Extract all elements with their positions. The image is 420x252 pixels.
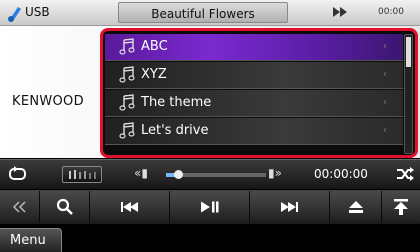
progress-knob[interactable] <box>174 170 183 179</box>
list-item-label: Let's drive <box>141 123 209 138</box>
track-title: Beautiful Flowers <box>151 7 255 21</box>
source-label: USB <box>25 5 50 19</box>
upload-button[interactable] <box>382 191 420 222</box>
search-icon <box>56 198 73 215</box>
music-note-icon <box>119 122 135 139</box>
next-folder-icon[interactable]: ▮» <box>268 166 282 180</box>
playlist-panel: ABC ‹ XYZ ‹ The theme ‹ Let's drive ‹ <box>100 28 418 158</box>
play-pause-icon <box>200 201 218 212</box>
menu-button[interactable]: Menu <box>0 228 62 252</box>
list-item-label: XYZ <box>141 67 167 82</box>
list-item[interactable]: ABC ‹ <box>105 34 403 61</box>
status-bar: USB Beautiful Flowers 00:00 <box>0 0 420 26</box>
upload-icon <box>394 198 408 215</box>
scrollbar-thumb[interactable] <box>406 37 411 67</box>
repeat-icon[interactable] <box>8 166 28 182</box>
list-item-label: The theme <box>141 95 212 110</box>
status-time: 00:00 <box>378 7 404 17</box>
double-chevron-left-icon <box>12 200 26 213</box>
music-note-icon <box>119 94 135 111</box>
list-item[interactable]: Let's drive ‹ <box>105 118 403 145</box>
chevron-left-icon: ‹ <box>383 41 387 52</box>
skip-back-icon <box>120 201 138 212</box>
play-pause-button[interactable] <box>170 191 250 222</box>
previous-track-button[interactable] <box>90 191 170 222</box>
progress-bar[interactable] <box>166 170 266 179</box>
list-item[interactable]: XYZ ‹ <box>105 62 403 89</box>
skip-forward-icon <box>280 201 298 212</box>
chevron-left-icon: ‹ <box>383 125 387 136</box>
equalizer-icon <box>69 170 96 179</box>
usb-icon <box>8 7 21 22</box>
track-title-box: Beautiful Flowers <box>118 2 288 23</box>
menu-label: Menu <box>10 233 46 248</box>
music-note-icon <box>119 66 135 83</box>
previous-folder-icon[interactable]: «▮ <box>134 166 148 180</box>
equalizer-button[interactable] <box>62 166 102 183</box>
shuffle-icon[interactable] <box>396 166 414 182</box>
list-item-label: ABC <box>141 39 168 54</box>
brand-logo: KENWOOD <box>12 94 84 109</box>
music-note-icon <box>119 38 135 55</box>
play-status-icon <box>333 7 347 17</box>
eject-icon <box>348 200 363 213</box>
bottom-bar: Menu <box>0 224 420 252</box>
chevron-left-icon: ‹ <box>383 69 387 80</box>
next-track-button[interactable] <box>250 191 330 222</box>
search-button[interactable] <box>40 191 90 222</box>
playback-info-bar: «▮ ▮» 00:00:00 <box>0 159 420 189</box>
list-item[interactable]: The theme ‹ <box>105 90 403 117</box>
collapse-button[interactable] <box>0 191 40 222</box>
transport-controls <box>0 190 420 224</box>
chevron-left-icon: ‹ <box>383 97 387 108</box>
list-scrollbar[interactable] <box>404 34 413 154</box>
eject-button[interactable] <box>330 191 382 222</box>
elapsed-time: 00:00:00 <box>314 167 368 181</box>
